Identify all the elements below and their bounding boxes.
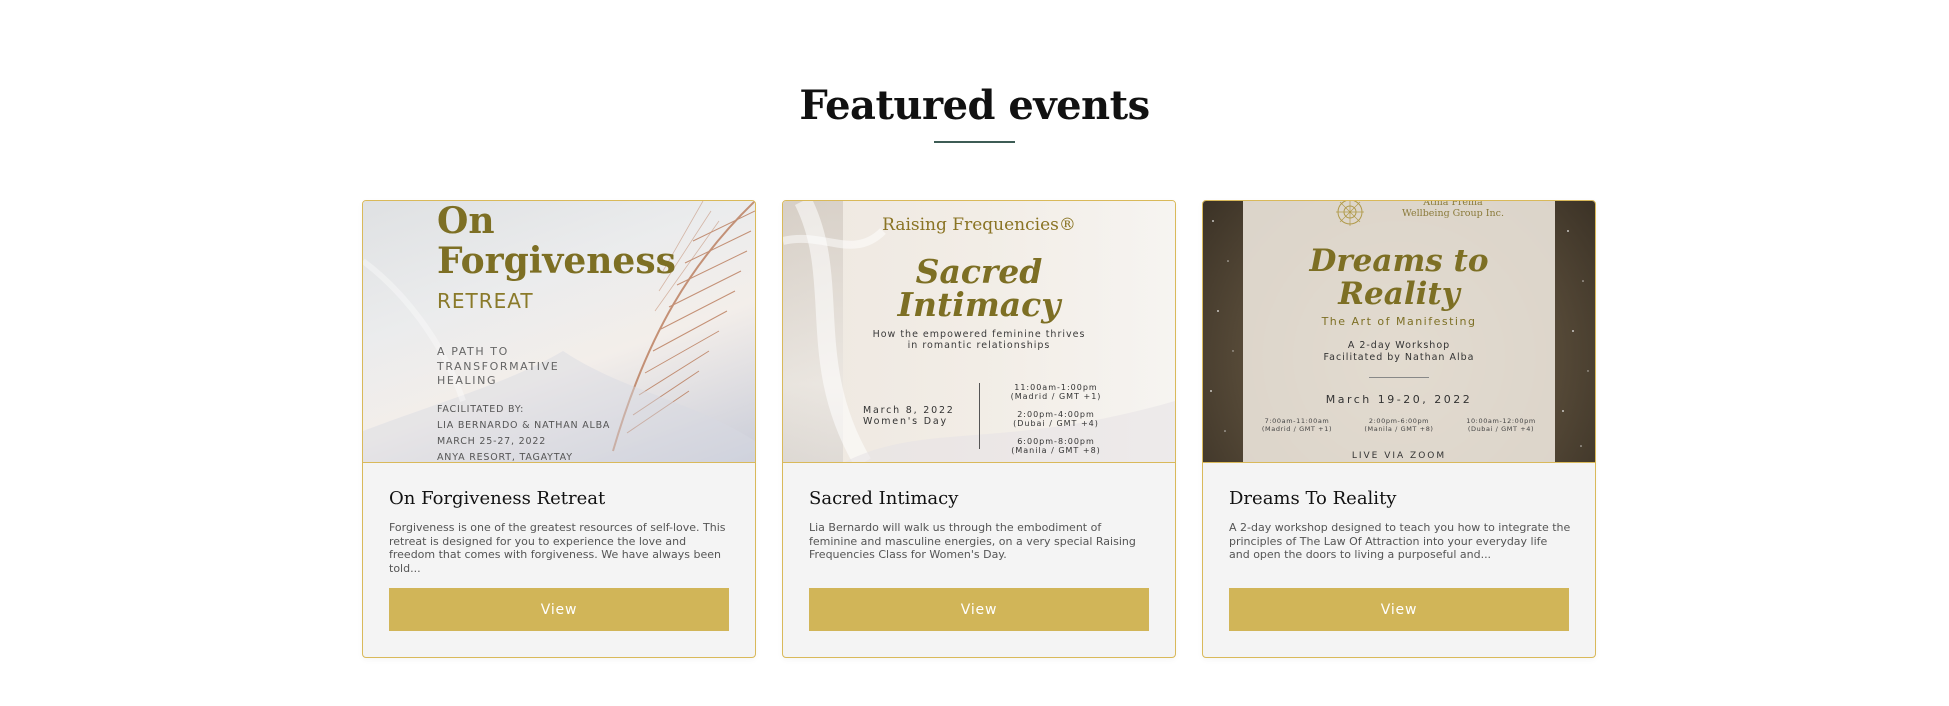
poster-times: 11:00am-1:00pm (Madrid / GMT +1) 2:00pm-… (1010, 383, 1102, 455)
event-poster-image[interactable]: Atma Prema Wellbeing Group Inc. Dreams t… (1203, 201, 1595, 463)
poster-title: Dreams to Reality (1309, 243, 1489, 312)
poster-divider (979, 383, 980, 449)
poster-title-line2: Forgiveness (437, 240, 676, 282)
event-poster-image[interactable]: Raising Frequencies® Sacred Intimacy How… (783, 201, 1175, 463)
poster-brand: Raising Frequencies® (882, 215, 1076, 235)
poster-subtitle: The Art of Manifesting (1321, 315, 1477, 328)
event-poster-image[interactable]: On Forgiveness RETREAT A PATH TO TRANSFO… (363, 201, 755, 463)
event-card-on-forgiveness: On Forgiveness RETREAT A PATH TO TRANSFO… (362, 200, 756, 658)
poster-footer: LIVE VIA ZOOM (1351, 451, 1447, 461)
poster-subtitle: How the empowered feminine thrives in ro… (872, 329, 1086, 351)
poster-subtitle: RETREAT (437, 289, 534, 313)
poster-time-3: 10:00am-12:00pm (Dubai / GMT +4) (1466, 417, 1536, 433)
event-card-dreams-to-reality: Atma Prema Wellbeing Group Inc. Dreams t… (1202, 200, 1596, 658)
poster-time-1: 7:00am-11:00am (Madrid / GMT +1) (1261, 417, 1333, 433)
heading-underline (934, 141, 1015, 143)
view-button[interactable]: View (389, 588, 729, 631)
event-description: Forgiveness is one of the greatest resou… (389, 521, 726, 575)
poster-time-2: 2:00pm-6:00pm (Manila / GMT +8) (1364, 417, 1434, 433)
poster-tagline: A PATH TO TRANSFORMATIVE HEALING (437, 345, 560, 387)
poster-workshop: A 2-day Workshop Facilitated by Nathan A… (1323, 340, 1475, 363)
poster-title-line1: On (437, 201, 495, 242)
poster-date: March 8, 2022 Women's Day (863, 405, 955, 427)
view-button[interactable]: View (1229, 588, 1569, 631)
poster-details: FACILITATED BY: LIA BERNARDO & NATHAN AL… (437, 404, 611, 463)
section-heading: Featured events (799, 82, 1150, 129)
event-title[interactable]: Dreams To Reality (1229, 488, 1396, 509)
view-button[interactable]: View (809, 588, 1149, 631)
poster-date: March 19-20, 2022 (1325, 393, 1473, 406)
event-title[interactable]: On Forgiveness Retreat (389, 488, 605, 509)
poster-title: Sacred Intimacy (897, 252, 1061, 324)
poster-title: On Forgiveness (437, 201, 676, 281)
event-title[interactable]: Sacred Intimacy (809, 488, 958, 509)
poster-rule (1369, 377, 1429, 378)
poster-org: Atma Prema Wellbeing Group Inc. (1402, 201, 1504, 219)
event-description: Lia Bernardo will walk us through the em… (809, 521, 1136, 561)
poster-times: 7:00am-11:00am (Madrid / GMT +1) 2:00pm-… (1249, 417, 1549, 433)
event-description: A 2-day workshop designed to teach you h… (1229, 521, 1571, 561)
event-card-sacred-intimacy: Raising Frequencies® Sacred Intimacy How… (782, 200, 1176, 658)
